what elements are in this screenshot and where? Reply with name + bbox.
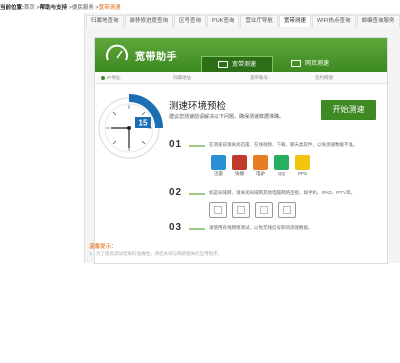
device-icon-list xyxy=(209,202,301,218)
webpage-icon xyxy=(290,59,301,67)
speed-gauge: 15 xyxy=(98,94,163,159)
tab-webpage-test-label: 网页测速 xyxy=(304,61,329,67)
info-account: 宽带账号: xyxy=(250,75,270,80)
tab-area-code[interactable]: 区号查询 xyxy=(174,15,207,27)
info-ip-label: IP地址: xyxy=(107,75,122,80)
breadcrumb: 当前位置:首页 >帮助与支持 >便民服务 >宽带测速 xyxy=(0,3,121,11)
pps-icon xyxy=(295,155,310,170)
app-kuaibo: 快播 xyxy=(230,155,249,177)
laptop-icon xyxy=(209,202,227,218)
app-label: 迅雷 xyxy=(214,171,223,176)
info-ip: IP地址: xyxy=(101,72,122,83)
tab-postcode[interactable]: 邮编查询服务 xyxy=(356,15,400,27)
tab-install-progress[interactable]: 装移修进度查询 xyxy=(124,15,174,27)
connection-info-bar: IP地址: 归属地址: 宽带账号: 签约网速: xyxy=(95,72,387,84)
tab-puk[interactable]: PUK查询 xyxy=(207,15,240,27)
app-label: PPS xyxy=(297,171,307,176)
breadcrumb-label: 当前位置: xyxy=(0,5,24,11)
check-description: 建议您测速前请解决以下问题，确保测速数据准确。 xyxy=(169,114,285,120)
check-title: 测速环境预检 xyxy=(169,101,227,112)
tab-broadband-test[interactable]: 宽带测速 xyxy=(201,56,273,73)
tab-location[interactable]: 归属地查询 xyxy=(86,15,124,27)
step-divider xyxy=(189,228,205,230)
tool-brand: 宽带助手 xyxy=(135,52,177,63)
step-number: 02 xyxy=(169,187,183,198)
tab-speed-test[interactable]: 宽带测速 xyxy=(278,15,311,27)
start-test-button[interactable]: 开始测速 xyxy=(321,100,376,120)
tool-header: 宽带助手 宽带测速 网页测速 xyxy=(95,38,387,73)
app-pps: PPS xyxy=(293,155,312,177)
breadcrumb-current: 宽带测速 xyxy=(98,5,121,11)
tips-text: 1、为了提高测试结果的准确性，请您关闭与网络相关的应用程序。 xyxy=(89,251,223,256)
step-text: 如是局域网，请关闭局域网其他电脑网络连接，如手机、IPAD、IPTV等。 xyxy=(209,190,356,195)
service-tabs: 归属地查询 装移修进度查询 区号查询 PUK查询 营业厅导航 宽带测速 WIFI… xyxy=(86,15,400,27)
app-icon-list: 迅雷 快播 电驴 QQ PPS xyxy=(209,155,314,177)
step-text: 在测速前请关闭迅雷、在线视频、下载、聊天类软件，以免测速数据不准。 xyxy=(209,142,358,147)
emule-icon xyxy=(253,155,268,170)
ipad-icon xyxy=(278,202,296,218)
phone-icon xyxy=(255,202,273,218)
breadcrumb-services[interactable]: 便民服务 xyxy=(72,5,94,11)
app-xunlei: 迅雷 xyxy=(209,155,228,177)
tips-title: 温馨提示： xyxy=(89,244,117,250)
xunlei-icon xyxy=(211,155,226,170)
step-divider xyxy=(189,193,205,195)
status-dot-icon xyxy=(101,75,105,80)
app-label: QQ xyxy=(277,171,285,176)
tablet-icon xyxy=(232,202,250,218)
info-location: 归属地址: xyxy=(173,75,193,80)
tab-store-nav[interactable]: 营业厅导航 xyxy=(240,15,278,27)
qq-icon xyxy=(274,155,289,170)
monitor-icon xyxy=(217,60,228,68)
kuaibo-icon xyxy=(232,155,247,170)
app-label: 电驴 xyxy=(256,171,265,176)
app-label: 快播 xyxy=(235,171,244,176)
tab-webpage-test[interactable]: 网页测速 xyxy=(275,56,345,72)
tab-broadband-test-label: 宽带测速 xyxy=(231,62,256,68)
app-emule: 电驴 xyxy=(251,155,270,177)
tab-wifi[interactable]: WIFI热点查询 xyxy=(311,15,356,27)
step-text: 请使用有线网络测试，以免无线信号影响测速数据。 xyxy=(209,225,313,230)
step-number: 01 xyxy=(169,139,183,150)
gauge-value: 15 xyxy=(139,119,148,128)
breadcrumb-home[interactable]: 首页 xyxy=(24,5,35,11)
info-speed-plan: 签约网速: xyxy=(315,75,335,80)
app-qq: QQ xyxy=(272,155,291,177)
step-divider xyxy=(189,145,205,147)
breadcrumb-help[interactable]: 帮助与支持 xyxy=(40,5,68,11)
step-number: 03 xyxy=(169,222,183,233)
speed-tool-panel: 宽带助手 宽带测速 网页测速 IP地址: 归属地址: 宽带账号: 签约网速: 1… xyxy=(94,37,388,264)
speedometer-logo-icon xyxy=(106,44,128,61)
